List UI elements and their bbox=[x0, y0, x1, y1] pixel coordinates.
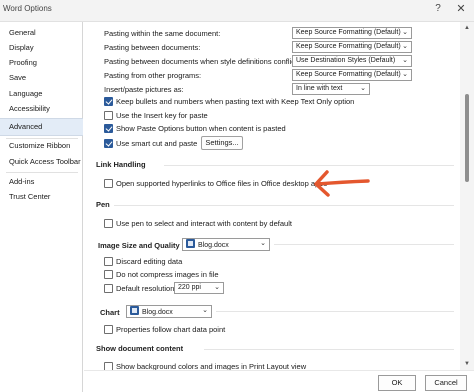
follow-data-point-label: Properties follow chart data point bbox=[116, 325, 226, 334]
discard-editing-label: Discard editing data bbox=[116, 257, 183, 266]
window-title: Word Options bbox=[3, 4, 52, 13]
paste-conflict-value: Use Destination Styles (Default) bbox=[296, 57, 396, 64]
background-colors-label: Show background colors and images in Pri… bbox=[116, 362, 307, 370]
chart-doc-value: Blog.docx bbox=[142, 309, 173, 316]
no-compress-checkbox[interactable] bbox=[104, 270, 113, 279]
section-divider bbox=[164, 165, 454, 166]
sidebar-item-proofing[interactable]: Proofing bbox=[0, 56, 83, 70]
show-paste-options-label: Show Paste Options button when content i… bbox=[116, 124, 286, 133]
paste-other-value: Keep Source Formatting (Default) bbox=[296, 71, 401, 78]
sidebar-divider bbox=[6, 172, 78, 173]
default-resolution-icon bbox=[104, 284, 113, 293]
section-divider bbox=[204, 349, 454, 350]
background-colors-checkbox[interactable] bbox=[104, 362, 113, 370]
paste-between-label: Pasting between documents: bbox=[104, 43, 201, 52]
options-sidebar: General Display Proofing Save Language A… bbox=[0, 22, 83, 392]
insert-key-checkbox[interactable] bbox=[104, 111, 113, 120]
paste-conflict-label: Pasting between documents when style def… bbox=[104, 57, 300, 66]
image-quality-header: Image Size and Quality bbox=[98, 241, 180, 250]
show-paste-options-checkbox[interactable] bbox=[104, 124, 113, 133]
default-resolution-label: Default resolution: bbox=[116, 284, 177, 293]
sidebar-item-language[interactable]: Language bbox=[0, 87, 83, 101]
open-hyperlinks-label: Open supported hyperlinks to Office file… bbox=[116, 179, 328, 188]
keep-bullets-label: Keep bullets and numbers when pasting te… bbox=[116, 97, 355, 106]
chevron-down-icon: ⌄ bbox=[402, 43, 408, 50]
paste-pictures-select[interactable]: In line with text ⌄ bbox=[292, 83, 370, 95]
paste-within-value: Keep Source Formatting (Default) bbox=[296, 29, 401, 36]
chevron-down-icon: ⌄ bbox=[402, 71, 408, 78]
paste-within-label: Pasting within the same document: bbox=[104, 29, 221, 38]
paste-other-label: Pasting from other programs: bbox=[104, 71, 202, 80]
vertical-scrollbar[interactable]: ▲ ▼ bbox=[460, 22, 474, 370]
title-bar: Word Options ? ✕ bbox=[0, 0, 474, 22]
scroll-down-icon[interactable]: ▼ bbox=[460, 358, 474, 370]
follow-data-point-checkbox[interactable] bbox=[104, 325, 113, 334]
chevron-down-icon: ⌄ bbox=[214, 284, 220, 291]
show-document-content-header: Show document content bbox=[96, 344, 184, 353]
image-doc-value: Blog.docx bbox=[198, 242, 229, 249]
use-pen-label: Use pen to select and interact with cont… bbox=[116, 219, 292, 228]
settings-button[interactable]: Settings... bbox=[201, 136, 243, 150]
sidebar-item-trust-center[interactable]: Trust Center bbox=[0, 190, 83, 204]
dialog-footer: OK Cancel bbox=[84, 370, 474, 392]
no-compress-label: Do not compress images in file bbox=[116, 270, 219, 279]
chart-header: Chart bbox=[100, 308, 120, 317]
sidebar-item-accessibility[interactable]: Accessibility bbox=[0, 102, 83, 116]
section-divider bbox=[114, 205, 454, 206]
chart-doc-select[interactable]: Blog.docx ⌄ bbox=[126, 305, 212, 318]
paste-other-select[interactable]: Keep Source Formatting (Default) ⌄ bbox=[292, 69, 412, 81]
sidebar-item-quick-access-toolbar[interactable]: Quick Access Toolbar bbox=[0, 155, 83, 169]
chevron-down-icon: ⌄ bbox=[202, 307, 208, 314]
keep-bullets-checkbox[interactable] bbox=[104, 97, 113, 106]
chevron-down-icon: ⌄ bbox=[402, 57, 408, 64]
sidebar-item-customize-ribbon[interactable]: Customize Ribbon bbox=[0, 139, 83, 153]
sidebar-item-display[interactable]: Display bbox=[0, 41, 83, 55]
resolution-select[interactable]: 220 ppi ⌄ bbox=[174, 282, 224, 294]
image-doc-select[interactable]: Blog.docx ⌄ bbox=[182, 238, 270, 251]
chevron-down-icon: ⌄ bbox=[260, 240, 266, 247]
sidebar-item-save[interactable]: Save bbox=[0, 71, 83, 85]
cancel-button[interactable]: Cancel bbox=[425, 375, 467, 391]
paste-within-select[interactable]: Keep Source Formatting (Default) ⌄ bbox=[292, 27, 412, 39]
chevron-down-icon: ⌄ bbox=[402, 29, 408, 36]
close-icon[interactable]: ✕ bbox=[454, 2, 468, 15]
word-document-icon bbox=[130, 306, 139, 315]
section-divider bbox=[216, 311, 454, 312]
smart-cut-label: Use smart cut and paste bbox=[116, 139, 198, 148]
scroll-up-icon[interactable]: ▲ bbox=[460, 22, 474, 34]
smart-cut-checkbox[interactable] bbox=[104, 139, 113, 148]
paste-pictures-value: In line with text bbox=[296, 85, 343, 92]
paste-between-value: Keep Source Formatting (Default) bbox=[296, 43, 401, 50]
open-hyperlinks-checkbox[interactable] bbox=[104, 179, 113, 188]
resolution-value: 220 ppi bbox=[178, 284, 201, 291]
ok-button[interactable]: OK bbox=[378, 375, 416, 391]
use-pen-checkbox[interactable] bbox=[104, 219, 113, 228]
scrollbar-thumb[interactable] bbox=[465, 94, 469, 182]
paste-between-select[interactable]: Keep Source Formatting (Default) ⌄ bbox=[292, 41, 412, 53]
word-document-icon bbox=[186, 239, 195, 248]
insert-key-label: Use the Insert key for paste bbox=[116, 111, 208, 120]
sidebar-item-advanced[interactable]: Advanced bbox=[0, 118, 83, 136]
pen-header: Pen bbox=[96, 200, 110, 209]
paste-conflict-select[interactable]: Use Destination Styles (Default) ⌄ bbox=[292, 55, 412, 67]
chevron-down-icon: ⌄ bbox=[360, 85, 366, 92]
sidebar-item-add-ins[interactable]: Add-ins bbox=[0, 175, 83, 189]
sidebar-item-general[interactable]: General bbox=[0, 26, 83, 40]
paste-pictures-label: Insert/paste pictures as: bbox=[104, 85, 184, 94]
help-icon[interactable]: ? bbox=[432, 3, 444, 14]
link-handling-header: Link Handling bbox=[96, 160, 146, 169]
section-divider bbox=[274, 244, 454, 245]
discard-editing-checkbox[interactable] bbox=[104, 257, 113, 266]
advanced-options-panel: Pasting within the same document: Keep S… bbox=[84, 22, 460, 370]
